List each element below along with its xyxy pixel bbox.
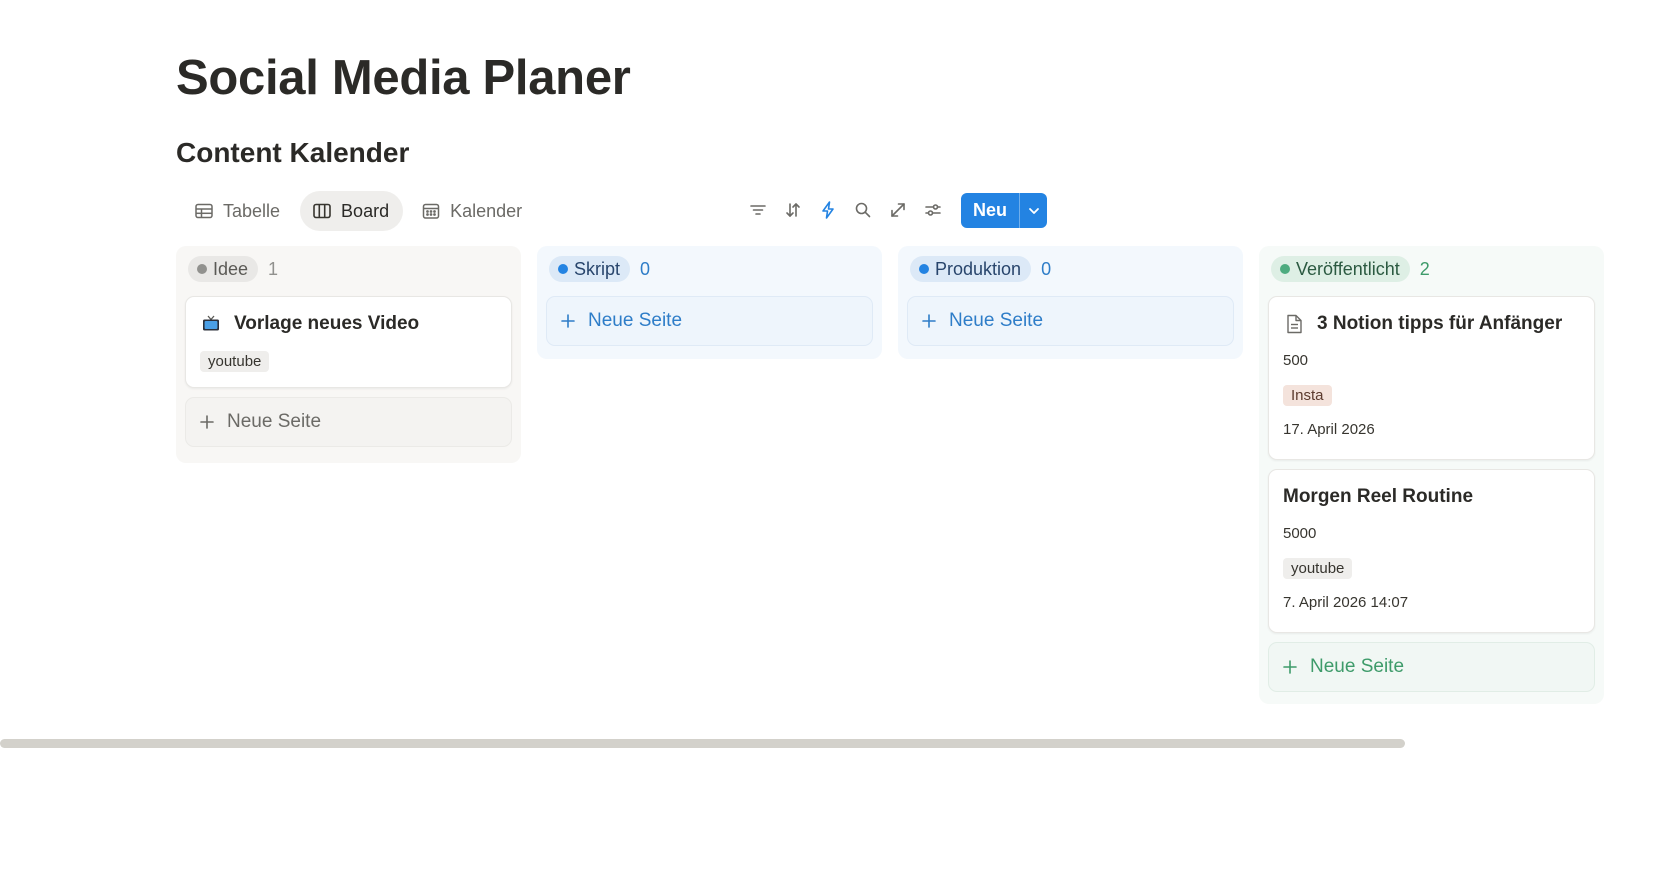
new-page-button[interactable]: Neue Seite [907,296,1234,346]
card-title: Morgen Reel Routine [1283,484,1580,510]
chevron-down-icon [1028,207,1039,214]
status-badge[interactable]: Produktion [910,256,1032,282]
board-card[interactable]: Vorlage neues Video youtube [185,296,512,388]
automation-button[interactable] [816,198,840,222]
sort-icon [786,203,800,217]
plus-icon [561,314,575,328]
new-page-label: Neue Seite [588,310,683,331]
page-title: Social Media Planer [176,51,631,105]
sort-button[interactable] [781,198,805,222]
search-button[interactable] [851,198,875,222]
board-card[interactable]: Morgen Reel Routine 5000 youtube 7. Apri… [1268,469,1595,633]
status-badge[interactable]: Veröffentlicht [1271,256,1410,282]
platform-tag: youtube [200,351,270,372]
card-title-text: Vorlage neues Video [234,313,420,334]
column-count: 0 [1041,258,1052,279]
document-icon [1287,314,1302,334]
view-settings-button[interactable] [921,198,945,222]
tab-kalender[interactable]: Kalender [409,191,536,231]
status-badge[interactable]: Idee [188,256,259,282]
status-label: Idee [213,258,249,279]
new-dropdown-button[interactable] [1019,193,1047,228]
platform-tag: Insta [1283,385,1332,406]
calendar-icon [422,203,440,219]
search-icon [855,202,871,218]
plus-icon [1283,660,1297,674]
tab-label: Kalender [450,200,523,221]
tab-label: Tabelle [223,200,281,221]
column-count: 0 [640,258,651,279]
status-dot [919,264,929,274]
plus-icon [200,415,214,429]
new-button-group: Neu [961,193,1048,228]
notion-page: Social Media Planer Content Kalender Tab… [0,0,1662,874]
status-label: Veröffentlicht [1296,258,1400,279]
new-button[interactable]: Neu [961,193,1019,228]
tv-icon [203,315,219,331]
platform-tag: youtube [1283,558,1353,579]
card-number-property: 5000 [1283,525,1317,542]
tab-tabelle[interactable]: Tabelle [182,191,294,231]
column-header: Idee 1 [188,256,512,282]
filter-button[interactable] [746,198,770,222]
new-page-label: Neue Seite [1310,656,1405,677]
card-title: Vorlage neues Video [200,311,497,337]
database-toolbar [746,193,945,227]
plus-icon [922,314,936,328]
card-date-property: 17. April 2026 [1283,421,1375,438]
board-column-idee: Idee 1 Vorlage neues Video youtube Neue … [176,246,521,463]
expand-button[interactable] [886,198,910,222]
board-column-veroeffentlicht: Veröffentlicht 2 3 Notion tipps für Anfä… [1259,246,1604,704]
status-dot [558,264,568,274]
new-page-button[interactable]: Neue Seite [185,397,512,447]
settings-sliders-icon [925,204,941,216]
status-label: Skript [574,258,621,279]
filter-icon [750,205,766,215]
new-page-label: Neue Seite [949,310,1044,331]
tab-board[interactable]: Board [300,191,404,231]
horizontal-scrollbar[interactable] [0,739,1405,748]
board-icon [313,203,331,219]
column-count: 2 [1419,258,1430,279]
table-icon [195,203,213,219]
card-title-text: 3 Notion tipps für Anfänger [1317,313,1563,334]
new-page-button[interactable]: Neue Seite [546,296,873,346]
card-title: 3 Notion tipps für Anfänger [1283,311,1580,337]
board-card[interactable]: 3 Notion tipps für Anfänger 500 Insta 17… [1268,296,1595,460]
status-badge[interactable]: Skript [549,256,631,282]
status-dot [197,264,207,274]
card-title-text: Morgen Reel Routine [1283,486,1474,507]
status-label: Produktion [935,258,1022,279]
column-header: Skript 0 [549,256,873,282]
board-column-produktion: Produktion 0 Neue Seite [898,246,1243,359]
column-header: Produktion 0 [910,256,1234,282]
card-date-property: 7. April 2026 14:07 [1283,594,1409,611]
column-count: 1 [268,258,279,279]
new-page-label: Neue Seite [227,411,322,432]
database-title[interactable]: Content Kalender [176,137,409,169]
status-dot [1280,264,1290,274]
view-tabs: Tabelle Board Kalender [182,191,536,231]
automation-lightning-icon [822,201,834,219]
expand-icon [891,203,905,217]
card-number-property: 500 [1283,352,1309,369]
new-page-button[interactable]: Neue Seite [1268,642,1595,692]
board-column-skript: Skript 0 Neue Seite [537,246,882,359]
column-header: Veröffentlicht 2 [1271,256,1595,282]
tab-label: Board [341,200,390,221]
